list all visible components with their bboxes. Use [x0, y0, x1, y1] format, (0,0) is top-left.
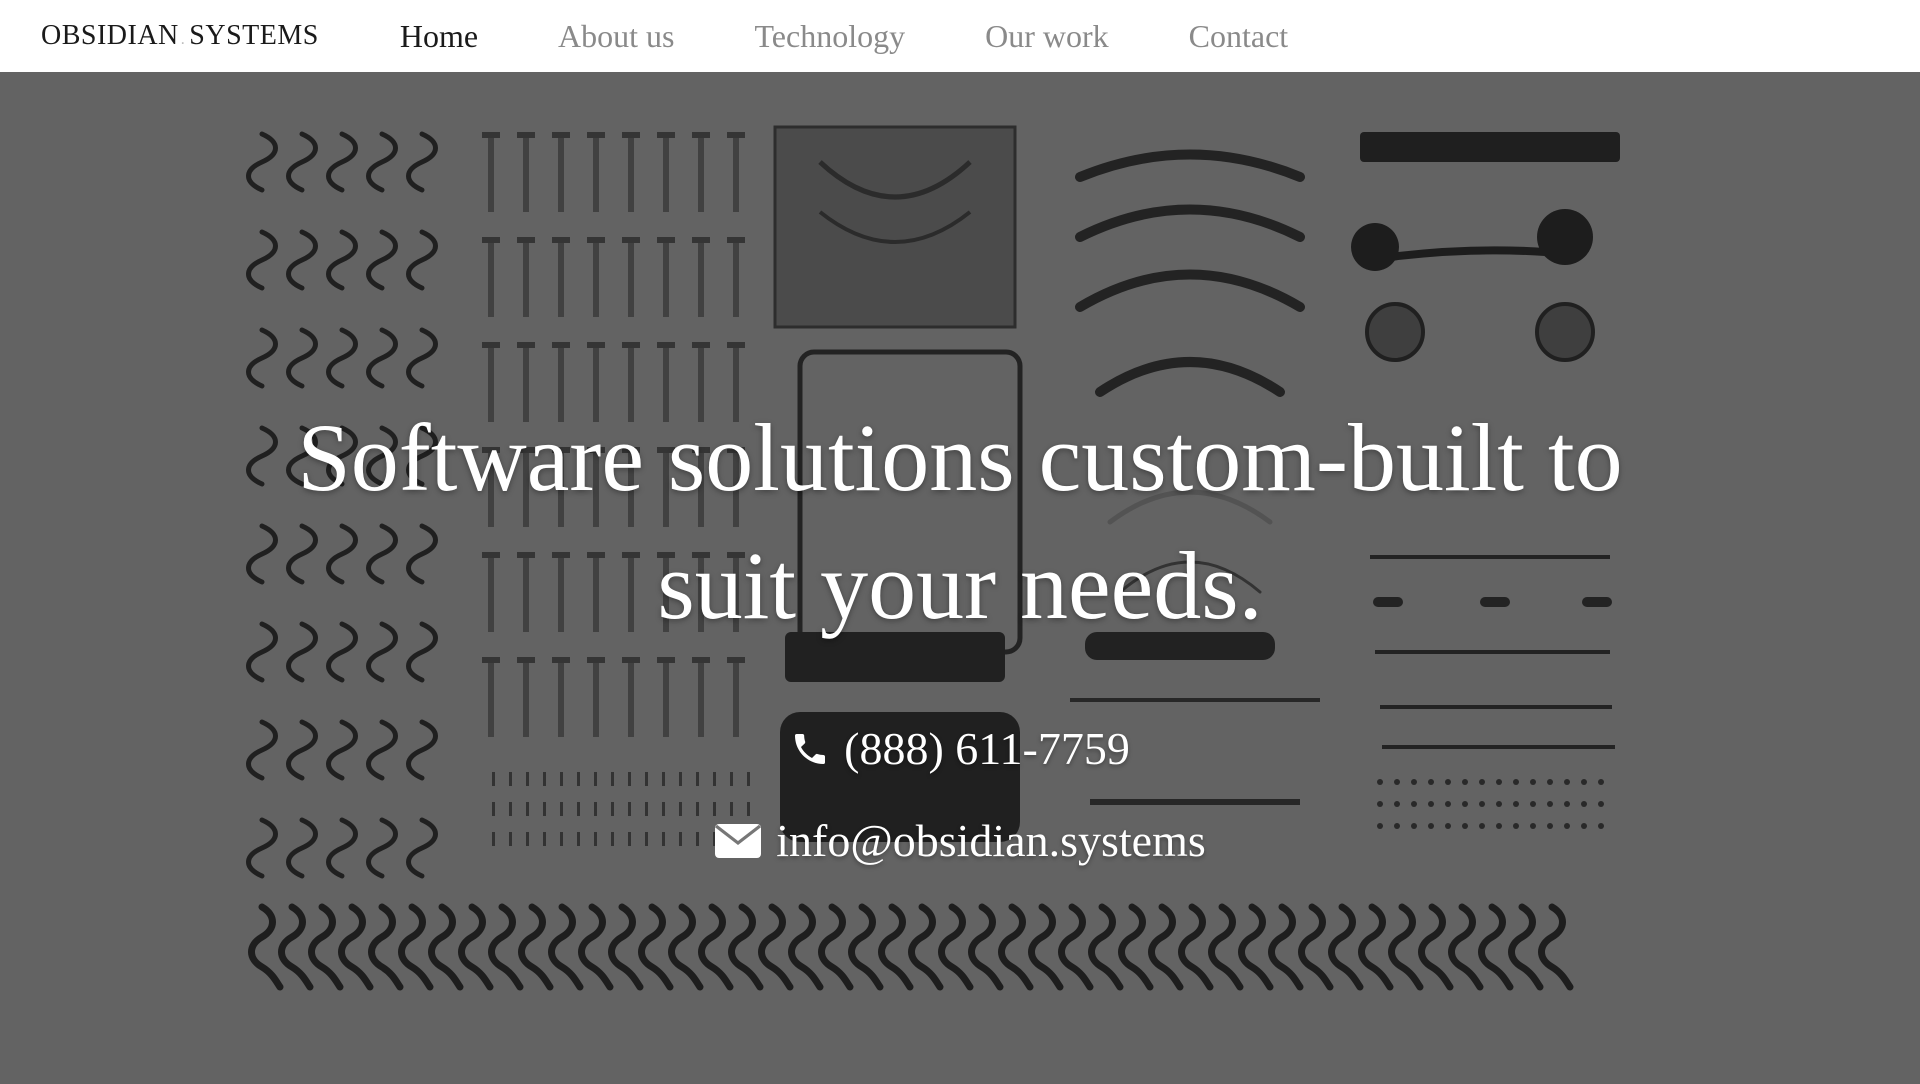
phone-contact[interactable]: (888) 611-7759	[660, 722, 1260, 775]
logo-dot: .	[180, 31, 186, 48]
email-address[interactable]: info@obsidian.systems	[776, 814, 1206, 867]
nav-link-technology[interactable]: Technology	[754, 18, 905, 55]
headline-line-1: Software solutions custom-built to	[297, 404, 1623, 511]
headline-line-2: suit your needs.	[657, 532, 1263, 639]
main-menu: Home About us Technology Our work Contac…	[400, 18, 1368, 55]
nav-link-contact[interactable]: Contact	[1189, 18, 1289, 55]
nav-link-home[interactable]: Home	[400, 18, 478, 55]
hero-section: Software solutions custom-built to suit …	[0, 72, 1920, 1084]
nav-link-about-us[interactable]: About us	[558, 18, 674, 55]
hero-headline: Software solutions custom-built to suit …	[260, 394, 1660, 650]
phone-icon	[790, 729, 830, 769]
envelope-icon	[714, 822, 762, 860]
brand-logo[interactable]: OBSIDIAN . SYSTEMS	[41, 20, 319, 52]
phone-number[interactable]: (888) 611-7759	[844, 722, 1130, 775]
logo-text-right: SYSTEMS	[189, 20, 319, 51]
top-navigation: OBSIDIAN . SYSTEMS Home About us Technol…	[0, 0, 1920, 72]
nav-link-our-work[interactable]: Our work	[985, 18, 1109, 55]
email-contact[interactable]: info@obsidian.systems	[660, 814, 1260, 867]
logo-text-left: OBSIDIAN	[41, 20, 179, 51]
